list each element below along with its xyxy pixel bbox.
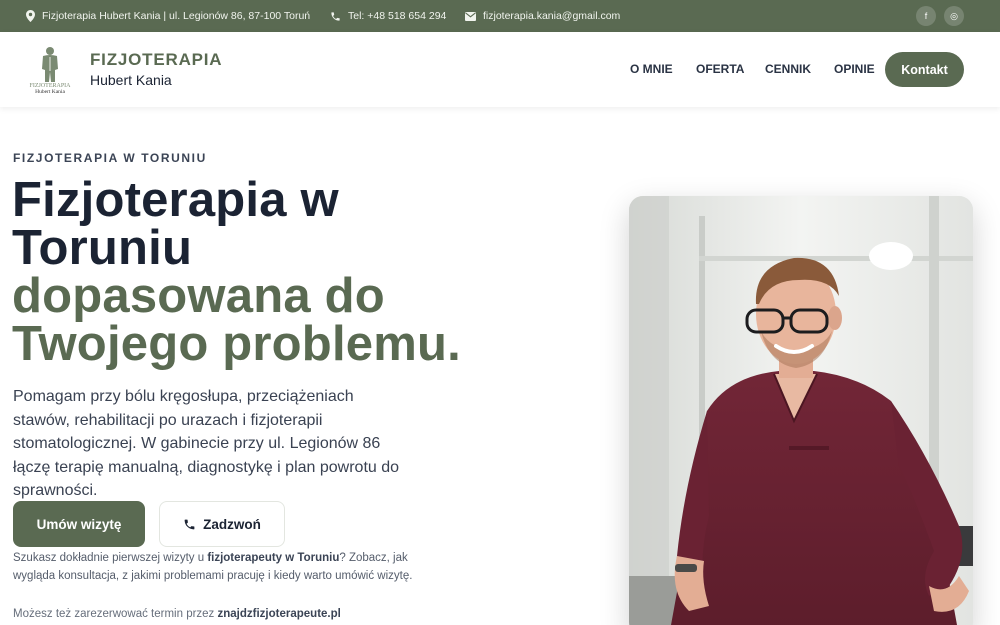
logo-figure-icon: FIZJOTERAPIA Hubert Kania bbox=[29, 47, 71, 95]
hero-info-text: Szukasz dokładnie pierwszej wizyty u fiz… bbox=[13, 549, 418, 585]
info-text-keyword[interactable]: fizjoterapeuty w Toruniu bbox=[207, 552, 339, 564]
contact-button[interactable]: Kontakt bbox=[885, 52, 964, 87]
logo-text-bottom: Hubert Kania bbox=[35, 89, 65, 95]
hero-lead: Pomagam przy bólu kręgosłupa, przeciążen… bbox=[13, 388, 400, 499]
book-visit-button[interactable]: Umów wizytę bbox=[13, 501, 145, 547]
hero-title: Fizjoterapia w Toruniu dopasowana do Two… bbox=[12, 173, 572, 371]
instagram-icon[interactable]: ◎ bbox=[944, 6, 964, 26]
hero-title-line-1: Fizjoterapia w bbox=[12, 173, 339, 227]
phone-text: Tel: +48 518 654 294 bbox=[348, 10, 447, 22]
logo[interactable]: FIZJOTERAPIA Hubert Kania bbox=[24, 45, 76, 95]
hero-title-line-4: Twojego problemu. bbox=[12, 317, 461, 371]
nav-opinie[interactable]: OPINIE bbox=[834, 62, 875, 76]
hero-title-line-3: dopasowana do bbox=[12, 269, 385, 323]
hero-eyebrow: FIZJOTERAPIA W TORUNIU bbox=[13, 151, 207, 165]
mail-icon bbox=[465, 11, 476, 21]
booking-text: Możesz też zarezerwować termin przez zna… bbox=[13, 608, 341, 620]
nav-oferta[interactable]: OFERTA bbox=[696, 62, 744, 76]
address-text: Fizjoterapia Hubert Kania | ul. Legionów… bbox=[42, 10, 311, 22]
brand-title[interactable]: FIZJOTERAPIA bbox=[90, 50, 222, 70]
hero-title-line-2: Toruniu bbox=[12, 221, 193, 275]
email-text: fizjoterapia.kania@gmail.com bbox=[483, 10, 621, 22]
top-bar: Fizjoterapia Hubert Kania | ul. Legionów… bbox=[0, 0, 1000, 32]
map-pin-icon bbox=[26, 10, 35, 22]
nav-cennik[interactable]: CENNIK bbox=[765, 62, 811, 76]
booking-text-pre: Możesz też zarezerwować termin przez bbox=[13, 608, 218, 620]
address-item: Fizjoterapia Hubert Kania | ul. Legionów… bbox=[26, 0, 310, 32]
site-header: FIZJOTERAPIA Hubert Kania FIZJOTERAPIA H… bbox=[0, 32, 1000, 107]
phone-icon bbox=[184, 519, 195, 529]
phone-item[interactable]: Tel: +48 518 654 294 bbox=[330, 0, 446, 32]
email-item[interactable]: fizjoterapia.kania@gmail.com bbox=[465, 0, 620, 32]
call-button-label: Zadzwoń bbox=[203, 516, 261, 532]
nav-o-mnie[interactable]: O MNIE bbox=[630, 62, 673, 76]
therapist-photo bbox=[629, 196, 973, 625]
phone-icon bbox=[331, 11, 340, 21]
facebook-icon[interactable]: f bbox=[916, 6, 936, 26]
call-button[interactable]: Zadzwoń bbox=[159, 501, 285, 547]
brand-subtitle[interactable]: Hubert Kania bbox=[90, 72, 172, 88]
info-text-pre: Szukasz dokładnie pierwszej wizyty u bbox=[13, 552, 208, 564]
booking-link[interactable]: znajdzfizjoterapeute.pl bbox=[218, 608, 341, 620]
